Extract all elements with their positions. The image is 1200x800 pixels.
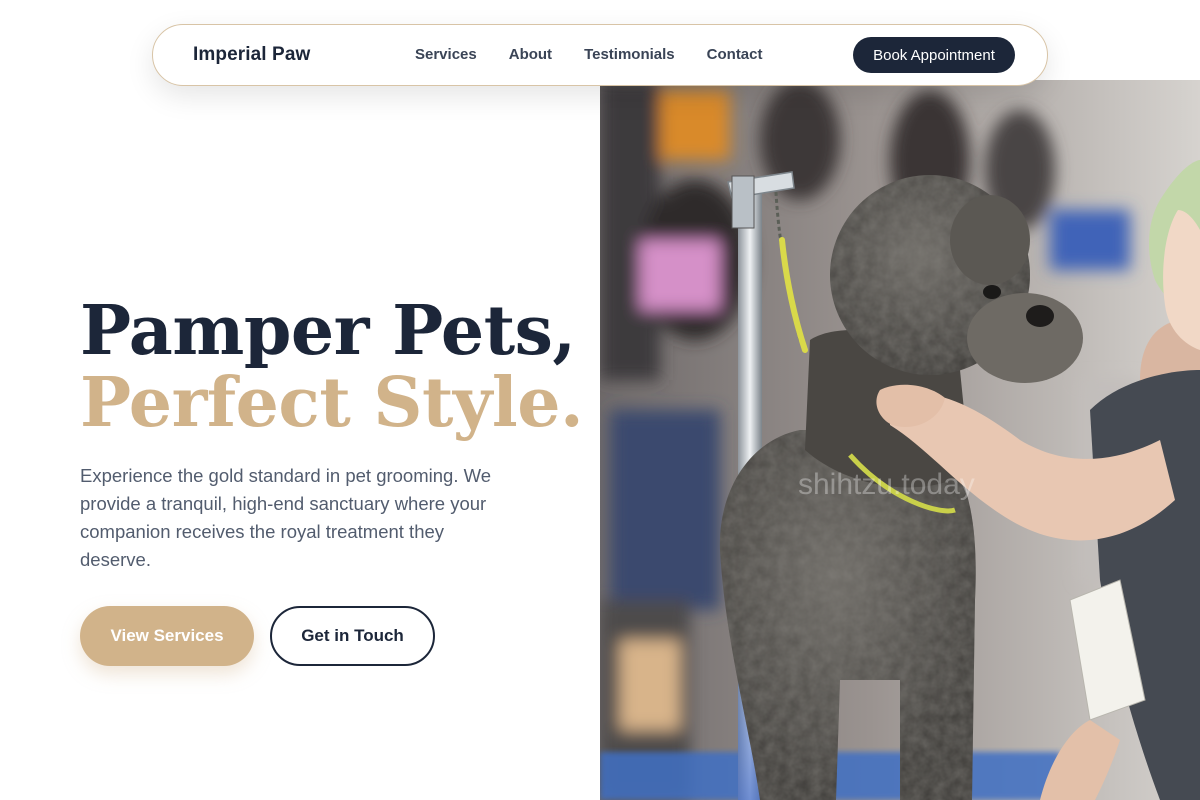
brand-logo[interactable]: Imperial Paw: [193, 44, 310, 66]
nav-link-testimonials[interactable]: Testimonials: [584, 46, 675, 63]
get-in-touch-button[interactable]: Get in Touch: [270, 606, 435, 666]
headline-line-1: Pamper Pets,: [80, 291, 576, 371]
hero-description: Experience the gold standard in pet groo…: [80, 465, 492, 570]
top-nav: Imperial Paw Services About Testimonials…: [152, 24, 1048, 86]
poodle-grooming-illustration: shihtzu.today: [600, 80, 1200, 800]
nav-link-about[interactable]: About: [509, 46, 552, 63]
image-watermark: shihtzu.today: [798, 468, 975, 501]
nav-link-contact[interactable]: Contact: [707, 46, 763, 63]
nav-links: Services About Testimonials Contact: [415, 46, 795, 63]
hero-image-poodle-grooming: shihtzu.today: [600, 80, 1200, 800]
book-appointment-button[interactable]: Book Appointment: [853, 37, 1015, 73]
view-services-button[interactable]: View Services: [80, 606, 254, 666]
hero-headline: Pamper Pets, Perfect Style.: [80, 295, 600, 439]
headline-line-2: Perfect Style.: [80, 363, 584, 443]
nav-link-services[interactable]: Services: [415, 46, 477, 63]
